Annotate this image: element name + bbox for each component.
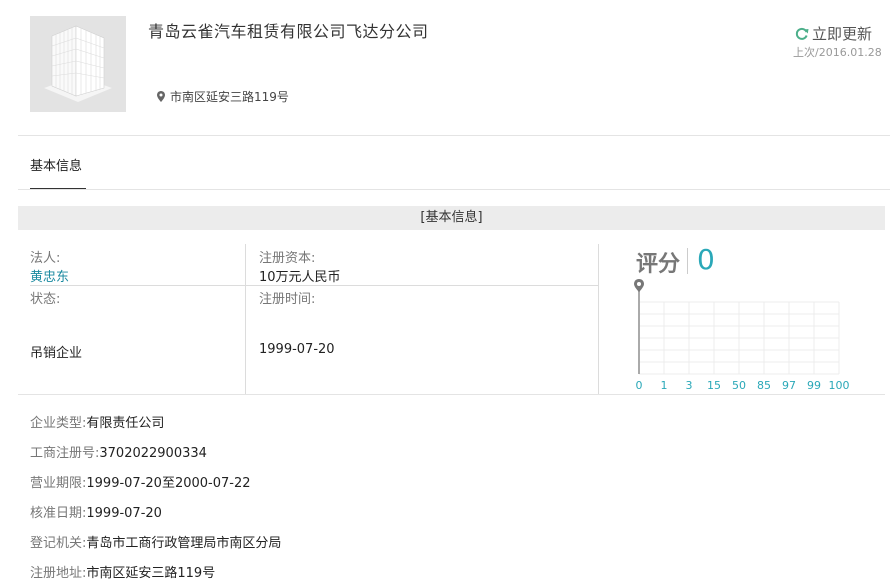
company-name: 青岛云雀汽车租赁有限公司飞达分公司 (148, 22, 429, 41)
location-pin-icon (157, 91, 165, 102)
detail-label: 工商注册号: (30, 446, 100, 461)
refresh-icon (795, 27, 809, 40)
detail-label: 营业期限: (30, 476, 87, 491)
score-label: 评分 (636, 252, 681, 277)
detail-row-business-term: 营业期限:1999-07-20至2000-07-22 (30, 472, 251, 491)
detail-row-company-type: 企业类型:有限责任公司 (30, 412, 164, 431)
score-value: 0 (697, 243, 715, 276)
score-tick-label: 0 (636, 379, 643, 392)
detail-row-reg-authority: 登记机关:青岛市工商行政管理局市南区分局 (30, 532, 281, 551)
reg-time-label: 注册时间: (259, 292, 316, 307)
detail-label: 企业类型: (30, 416, 87, 431)
header-divider (18, 135, 890, 136)
score-tick-label: 97 (782, 379, 796, 392)
grid-bottom-divider (18, 394, 885, 395)
detail-row-reg-number: 工商注册号:3702022900334 (30, 442, 207, 461)
score-separator (687, 248, 688, 274)
score-tick-label: 1 (661, 379, 668, 392)
section-title: [基本信息] (18, 206, 885, 230)
reg-time-value: 1999-07-20 (259, 342, 335, 357)
status-value: 吊销企业 (30, 346, 83, 361)
address-text: 市南区延安三路119号 (170, 90, 289, 104)
score-tick-label: 99 (807, 379, 821, 392)
score-tick-label: 50 (732, 379, 746, 392)
detail-value: 有限责任公司 (86, 416, 165, 431)
capital-label: 注册资本: (259, 251, 316, 266)
grid-row-divider (30, 285, 598, 286)
grid-col-divider (245, 244, 246, 394)
last-update-text: 上次/2016.01.28 (793, 46, 882, 59)
score-chart: 0 1 3 15 50 85 97 99 100 (634, 279, 850, 392)
score-tick-label: 85 (757, 379, 771, 392)
detail-label: 核准日期: (30, 506, 87, 521)
building-icon (44, 25, 112, 102)
detail-value: 青岛市工商行政管理局市南区分局 (86, 536, 282, 551)
score-tick-label: 100 (829, 379, 850, 392)
detail-label: 注册地址: (30, 566, 87, 581)
detail-value: 1999-07-20 (86, 506, 162, 521)
legal-person-link[interactable]: 黄忠东 (30, 266, 69, 285)
refresh-label: 立即更新 (812, 25, 873, 43)
detail-value: 3702022900334 (99, 446, 207, 461)
tab-basic-info[interactable]: 基本信息 (30, 155, 82, 174)
detail-row-approval-date: 核准日期:1999-07-20 (30, 502, 162, 521)
score-ticks: 0 1 3 15 50 85 97 99 100 (636, 379, 850, 392)
company-logo (30, 16, 126, 112)
status-label: 状态: (30, 292, 61, 307)
refresh-button[interactable]: 立即更新 (795, 23, 872, 44)
legal-person-label: 法人: (30, 251, 61, 266)
detail-value: 市南区延安三路119号 (86, 566, 216, 581)
score-tick-label: 3 (686, 379, 693, 392)
score-tick-label: 15 (707, 379, 721, 392)
score-marker-pin-icon (634, 279, 644, 292)
detail-value: 1999-07-20至2000-07-22 (86, 476, 251, 491)
detail-label: 登记机关: (30, 536, 87, 551)
address-row: 市南区延安三路119号 (157, 88, 289, 105)
score-grid (638, 301, 840, 375)
detail-row-reg-address: 注册地址:市南区延安三路119号 (30, 562, 215, 581)
capital-value: 10万元人民币 (259, 270, 341, 285)
tabs-divider (18, 189, 890, 190)
grid-score-divider (598, 244, 599, 394)
